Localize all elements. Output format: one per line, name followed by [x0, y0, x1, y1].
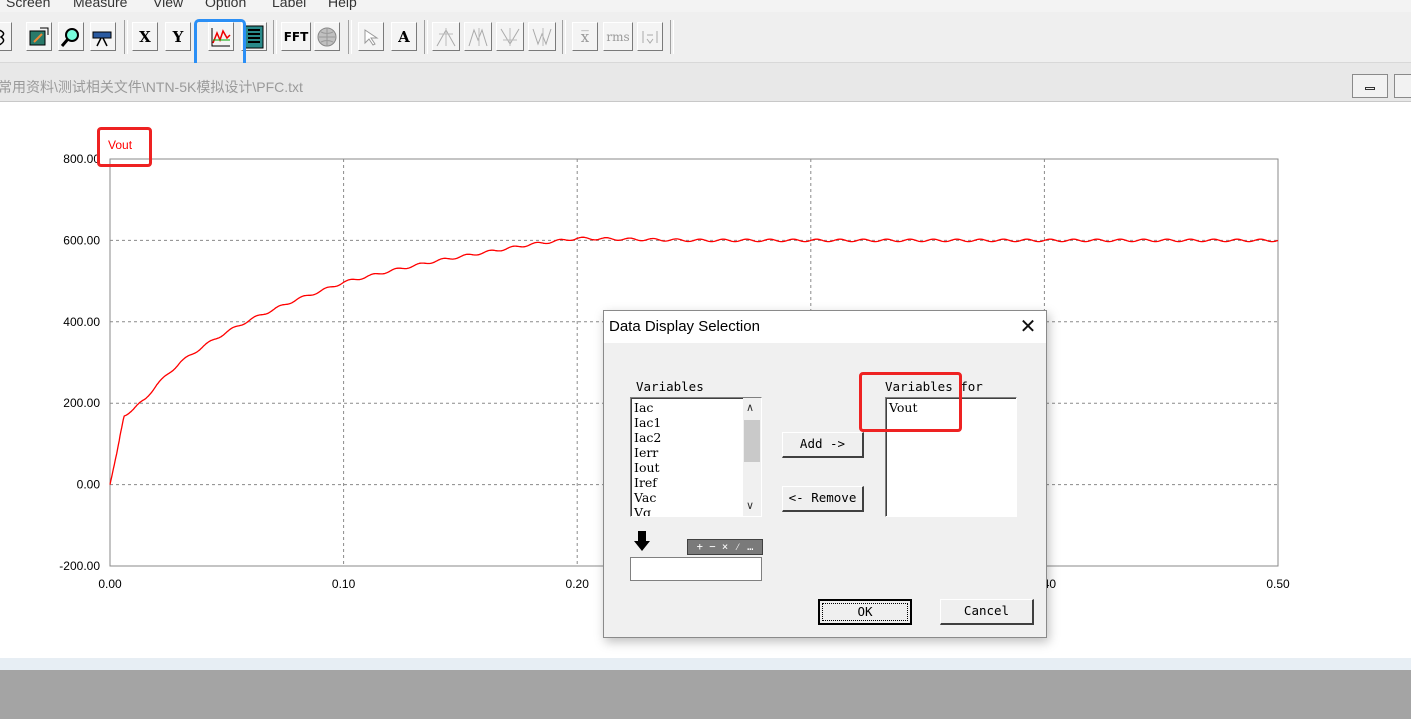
add-button[interactable]: Add -> [782, 432, 864, 458]
menu-label[interactable]: Label [272, 0, 306, 10]
redraw-button[interactable] [0, 22, 12, 51]
text-tool-button[interactable]: A [391, 22, 417, 51]
dialog-title-bar[interactable]: Data Display Selection ✕ [604, 311, 1046, 343]
toolbar-separator [273, 20, 277, 54]
telescope-button[interactable] [90, 22, 116, 51]
zoom-button[interactable] [58, 22, 84, 51]
toolbar-separator [124, 20, 128, 54]
variables-scrollbar[interactable]: ∧ ∨ [743, 398, 761, 516]
file-path: 常用资料\测试相关文件\NTN-5K模拟设计\PFC.txt [0, 79, 303, 95]
variables-list[interactable]: Iac Iac1 Iac2 Ierr Iout Iref Vac Vg ∧ ∨ [630, 397, 762, 517]
workspace-background [0, 670, 1411, 719]
scrollbar-thumb[interactable] [744, 420, 760, 462]
peak-max-icon [436, 27, 456, 46]
valley-min-icon [500, 27, 520, 46]
next-min-button[interactable] [528, 22, 556, 51]
rms-button[interactable]: rms [603, 22, 633, 51]
cancel-button[interactable]: Cancel [940, 599, 1034, 625]
data-display-dialog: Data Display Selection ✕ Variables Varia… [603, 310, 1047, 638]
toolbar-separator [562, 20, 566, 54]
x-tick-label: 0.20 [566, 577, 590, 591]
toolbar-separator [348, 20, 352, 54]
variables-items: Iac Iac1 Iac2 Ierr Iout Iref Vac Vg [634, 400, 661, 516]
x-tick-label: 0.00 [98, 577, 122, 591]
menu-help[interactable]: Help [328, 0, 357, 10]
minimize-icon [1365, 87, 1375, 90]
remove-button[interactable]: <- Remove [782, 486, 864, 512]
menu-measure[interactable]: Measure [73, 0, 127, 10]
globe-icon [317, 27, 337, 46]
menu-screen[interactable]: Screen [6, 0, 50, 10]
scroll-down-icon[interactable]: ∨ [746, 499, 754, 512]
list-item[interactable]: Iref [634, 475, 661, 490]
fft-button[interactable]: FFT [281, 22, 311, 51]
operator-toolbar[interactable]: + − × ⁄ … [687, 539, 763, 555]
list-item[interactable]: Vac [634, 490, 661, 505]
magnifier-icon [60, 27, 79, 47]
close-icon[interactable]: ✕ [1016, 315, 1040, 339]
x-tick-label: 0.10 [332, 577, 356, 591]
y-tick-label: 0.00 [77, 478, 101, 492]
down-arrow-icon[interactable] [633, 530, 651, 552]
y-tick-label: 600.00 [63, 233, 100, 247]
toolbar-separator [424, 20, 428, 54]
data-table-icon [244, 25, 264, 48]
list-item[interactable]: Iout [634, 460, 661, 475]
y-axis-button[interactable]: Y [165, 22, 191, 51]
next-max-button[interactable] [464, 22, 492, 51]
document-title-bar: 常用资料\测试相关文件\NTN-5K模拟设计\PFC.txt [0, 63, 1411, 102]
list-item[interactable]: Iac [634, 400, 661, 415]
zoom-window-button[interactable] [26, 22, 52, 51]
ok-button[interactable]: OK [818, 599, 912, 625]
pointer-button[interactable] [358, 22, 384, 51]
status-strip [0, 658, 1411, 670]
double-peak-icon [468, 27, 488, 46]
min-button[interactable] [496, 22, 524, 51]
expression-input[interactable] [630, 557, 762, 581]
toolbar-separator [670, 20, 674, 54]
menu-bar: Screen Measure View Option Label Help [0, 0, 1411, 12]
pointer-arrow-icon [364, 28, 379, 46]
legend-highlight-box [97, 127, 152, 167]
x-axis-button[interactable]: X [132, 22, 158, 51]
maximize-button[interactable] [1394, 74, 1411, 98]
abs-average-icon [642, 30, 658, 44]
telescope-icon [92, 31, 112, 46]
y-tick-label: 200.00 [63, 396, 100, 410]
dialog-title: Data Display Selection [609, 318, 760, 335]
list-item[interactable]: Vg [634, 505, 661, 516]
abs-average-button[interactable] [637, 22, 663, 51]
selection-highlight-box [859, 372, 962, 432]
y-tick-label: -200.00 [59, 559, 100, 573]
menu-view[interactable]: View [153, 0, 183, 10]
screen-zoom-icon [29, 27, 49, 45]
average-button[interactable]: x̅ [572, 22, 598, 51]
minimize-button[interactable] [1352, 74, 1388, 98]
double-valley-icon [532, 27, 552, 46]
list-item[interactable]: Iac2 [634, 430, 661, 445]
list-item[interactable]: Iac1 [634, 415, 661, 430]
redraw-icon [0, 29, 5, 45]
max-button[interactable] [432, 22, 460, 51]
toolbar-highlight-box [194, 19, 246, 69]
y-tick-label: 400.00 [63, 315, 100, 329]
menu-option[interactable]: Option [205, 0, 246, 10]
scroll-up-icon[interactable]: ∧ [746, 401, 754, 414]
list-item[interactable]: Ierr [634, 445, 661, 460]
variables-label: Variables [636, 379, 704, 394]
globe-button[interactable] [314, 22, 340, 51]
y-tick-label: 800.00 [63, 152, 100, 166]
x-tick-label: 0.50 [1266, 577, 1290, 591]
